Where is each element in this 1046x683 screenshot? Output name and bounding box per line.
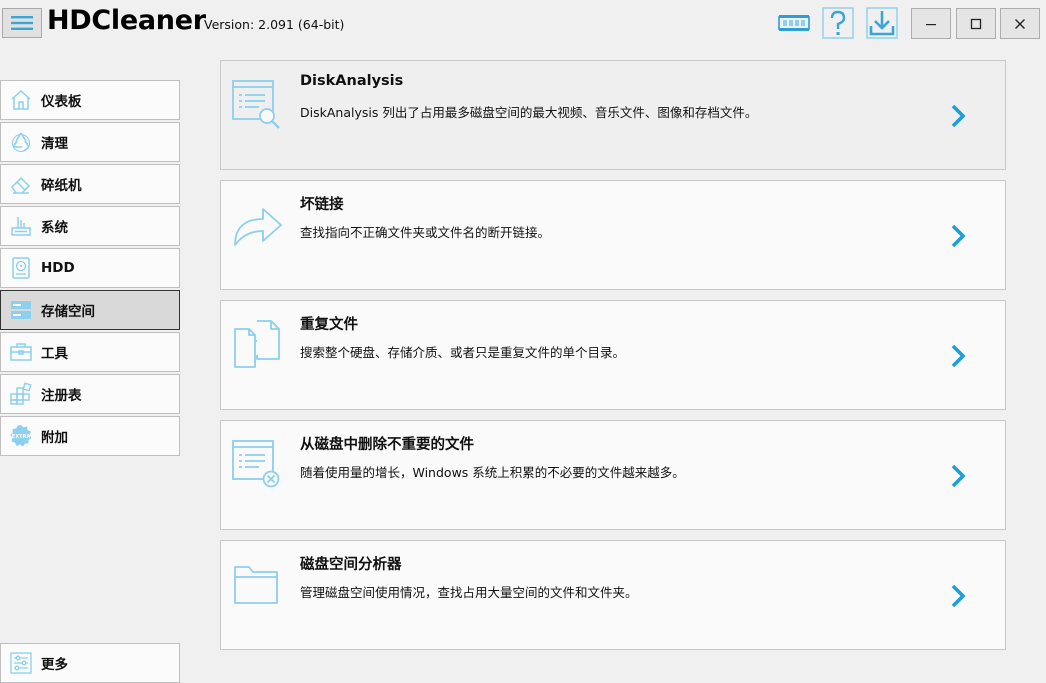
sidebar-item-clean[interactable]: 清理 (0, 122, 180, 162)
card-description: 管理磁盘空间使用情况，查找占用大量空间的文件和文件夹。 (300, 585, 638, 600)
recycle-icon (8, 129, 34, 155)
close-button[interactable] (1000, 8, 1040, 39)
duplicate-files-icon (234, 320, 280, 368)
sidebar-item-label: 附加 (41, 430, 68, 446)
download-button[interactable] (866, 6, 898, 40)
card-description: 搜索整个硬盘、存储介质、或者只是重复文件的单个目录。 (300, 345, 626, 360)
sidebar-item-shredder[interactable]: 碎纸机 (0, 164, 180, 204)
app-title: HDCleaner (47, 5, 206, 36)
extra-icon: EXTRA (8, 423, 34, 449)
chevron-right-icon (951, 464, 966, 488)
sidebar-item-storage[interactable]: 存储空间 (0, 290, 180, 330)
sidebar-item-label: 仪表板 (41, 94, 82, 110)
card-title: 从磁盘中删除不重要的文件 (300, 437, 474, 453)
hdd-icon (8, 255, 34, 281)
help-icon (822, 7, 854, 39)
help-button[interactable] (822, 6, 854, 40)
card-title: 坏链接 (300, 197, 344, 213)
delete-files-icon (232, 440, 280, 488)
card-duplicate-files[interactable]: 重复文件 搜索整个硬盘、存储介质、或者只是重复文件的单个目录。 (220, 300, 1006, 410)
system-icon (8, 213, 34, 239)
card-description: 随着使用量的增长，Windows 系统上积累的不必要的文件越来越多。 (300, 465, 685, 480)
close-icon (1015, 18, 1025, 29)
title-bar: HDCleaner Version: 2.091 (64-bit) (0, 0, 1046, 44)
maximize-button[interactable] (956, 8, 996, 39)
sidebar-item-label: 工具 (41, 346, 68, 362)
sidebar-item-dashboard[interactable]: 仪表板 (0, 80, 180, 120)
download-icon (866, 7, 898, 39)
home-icon (8, 87, 34, 113)
chevron-right-icon (951, 104, 966, 128)
card-disk-space-analyzer[interactable]: 磁盘空间分析器 管理磁盘空间使用情况，查找占用大量空间的文件和文件夹。 (220, 540, 1006, 650)
card-title: 磁盘空间分析器 (300, 557, 402, 573)
broken-link-icon (234, 208, 282, 246)
card-description: DiskAnalysis 列出了占用最多磁盘空间的最大视频、音乐文件、图像和存档… (300, 105, 758, 120)
sidebar-item-label: 注册表 (41, 388, 82, 404)
chevron-right-icon (951, 344, 966, 368)
card-disk-analysis[interactable]: DiskAnalysis DiskAnalysis 列出了占用最多磁盘空间的最大… (220, 60, 1006, 170)
sidebar-item-tools[interactable]: 工具 (0, 332, 180, 372)
hamburger-icon (11, 16, 33, 30)
card-title: DiskAnalysis (300, 73, 404, 89)
sidebar-item-hdd[interactable]: HDD (0, 248, 180, 288)
sidebar-item-registry[interactable]: 注册表 (0, 374, 180, 414)
card-title: 重复文件 (300, 317, 358, 333)
card-broken-links[interactable]: 坏链接 查找指向不正确文件夹或文件名的断开链接。 (220, 180, 1006, 290)
sidebar-item-extra[interactable]: EXTRA 附加 (0, 416, 180, 456)
toolbox-icon (8, 339, 34, 365)
sidebar-item-more[interactable]: 更多 (0, 643, 180, 683)
eraser-icon (8, 171, 34, 197)
minimize-button[interactable] (911, 8, 951, 39)
sidebar-item-label: 更多 (41, 657, 68, 673)
storage-icon (8, 297, 34, 323)
app-version: Version: 2.091 (64-bit) (204, 17, 345, 32)
svg-text:EXTRA: EXTRA (12, 434, 31, 440)
maximize-icon (970, 18, 982, 29)
sliders-icon (8, 650, 34, 676)
chevron-right-icon (951, 584, 966, 608)
disk-analysis-icon (232, 80, 280, 129)
sidebar-item-label: HDD (41, 260, 75, 276)
sidebar-item-system[interactable]: 系统 (0, 206, 180, 246)
sidebar-item-label: 清理 (41, 136, 68, 152)
card-delete-unimportant-files[interactable]: 从磁盘中删除不重要的文件 随着使用量的增长，Windows 系统上积累的不必要的… (220, 420, 1006, 530)
sidebar-item-label: 系统 (41, 220, 68, 236)
memory-button[interactable] (778, 6, 810, 40)
folder-icon (234, 566, 278, 604)
hamburger-menu-button[interactable] (2, 8, 42, 38)
sidebar-item-label: 碎纸机 (41, 178, 82, 194)
memory-icon (778, 15, 810, 31)
registry-icon (8, 381, 34, 407)
minimize-icon (926, 23, 936, 25)
card-description: 查找指向不正确文件夹或文件名的断开链接。 (300, 225, 551, 240)
sidebar-item-label: 存储空间 (41, 304, 95, 320)
chevron-right-icon (951, 224, 966, 248)
